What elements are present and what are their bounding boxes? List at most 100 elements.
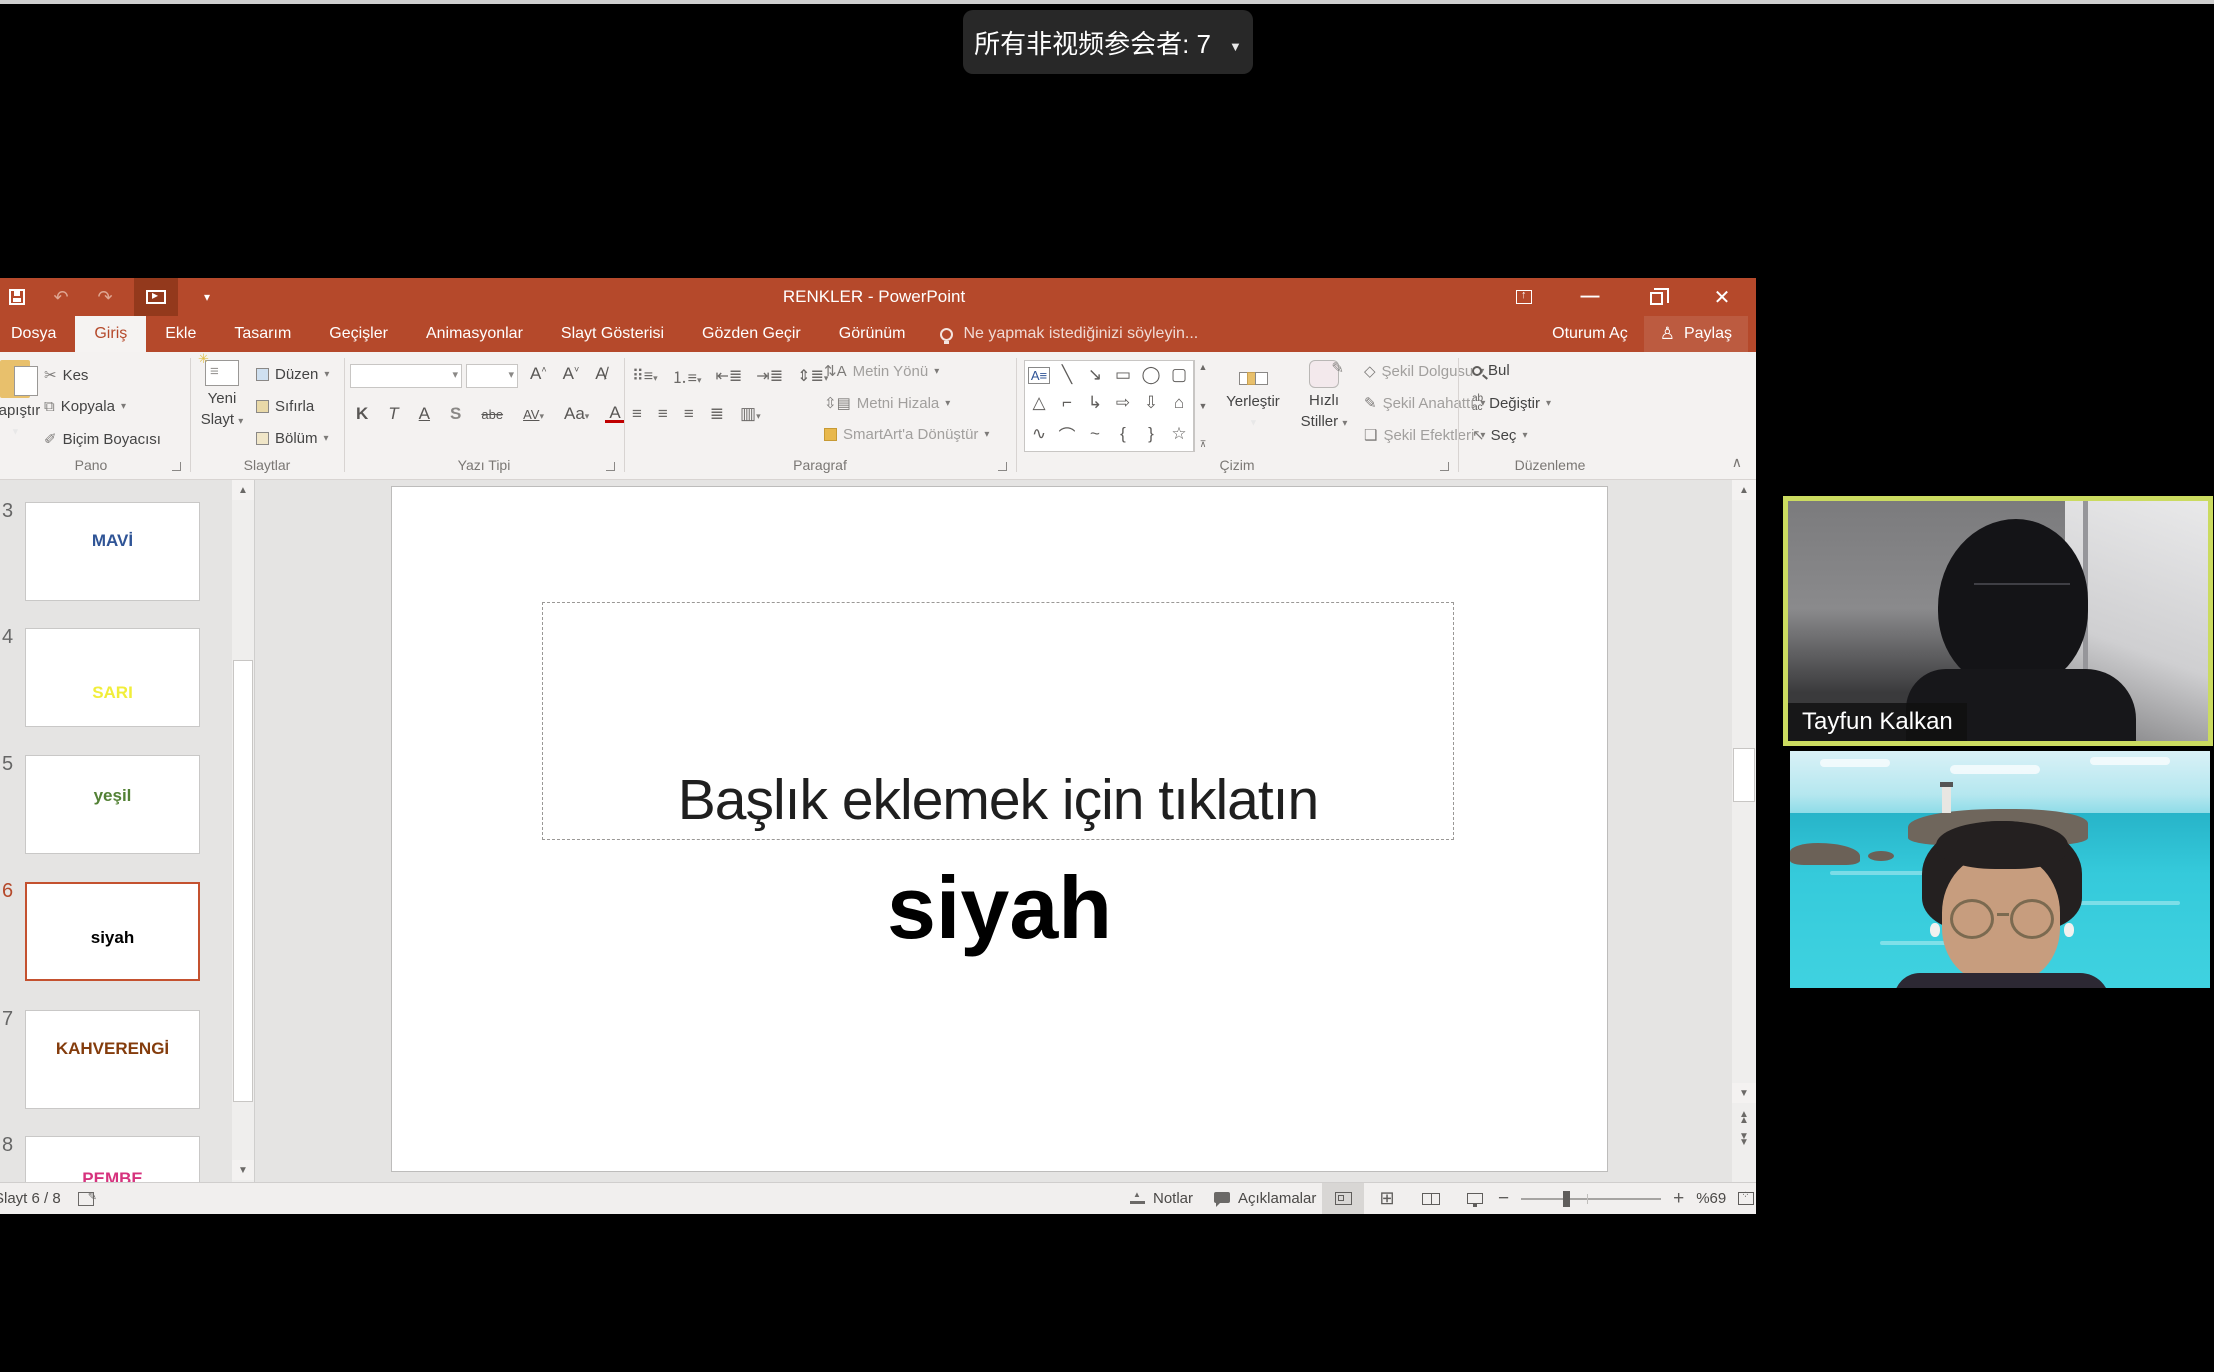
font-color-button[interactable]: A bbox=[605, 405, 624, 423]
section-button[interactable]: Bölüm ▾ bbox=[256, 430, 329, 447]
scribble-shape-icon[interactable]: ∿ bbox=[1032, 424, 1046, 444]
curve-shape-icon[interactable]: ~ bbox=[1090, 424, 1100, 444]
slideshow-view-button[interactable] bbox=[1454, 1183, 1496, 1214]
tab-dosya[interactable]: Dosya bbox=[0, 316, 75, 352]
align-center-button[interactable]: ≡ bbox=[658, 404, 668, 424]
strikethrough-button[interactable]: abe bbox=[477, 407, 507, 422]
decrease-indent-button[interactable]: ⇤≣ bbox=[715, 366, 742, 386]
columns-button[interactable]: ▥▾ bbox=[740, 404, 761, 424]
font-name-combo[interactable] bbox=[350, 364, 462, 388]
scroll-up-button[interactable]: ▲ bbox=[232, 480, 254, 500]
layout-button[interactable]: Düzen ▾ bbox=[256, 366, 329, 383]
gallery-more-icon[interactable]: ⊼ bbox=[1200, 439, 1207, 450]
text-shadow-button[interactable]: S bbox=[446, 404, 465, 424]
paste-button[interactable]: Yapıştır bbox=[0, 360, 38, 440]
smartart-button[interactable]: SmartArt'a Dönüştür ▾ bbox=[824, 426, 989, 443]
new-slide-button[interactable]: Yeni Slayt ▾ bbox=[196, 360, 248, 428]
zoom-slider[interactable] bbox=[1521, 1198, 1661, 1200]
format-painter-button[interactable]: ✐ Biçim Boyacısı bbox=[44, 430, 161, 448]
comments-toggle-button[interactable]: Açıklamalar bbox=[1214, 1183, 1316, 1214]
fit-to-window-button[interactable] bbox=[1738, 1192, 1754, 1205]
right-arrow-shape-icon[interactable]: ⇨ bbox=[1116, 393, 1130, 413]
thumbnail-panel-scrollbar[interactable]: ▲ ▼ bbox=[232, 480, 254, 1182]
tab-gecisler[interactable]: Geçişler bbox=[310, 316, 407, 352]
arrow-shape-icon[interactable]: ↘ bbox=[1088, 365, 1102, 385]
rounded-rect-shape-icon[interactable]: ▢ bbox=[1171, 365, 1187, 385]
italic-button[interactable]: T bbox=[384, 404, 402, 424]
tab-animasyonlar[interactable]: Animasyonlar bbox=[407, 316, 542, 352]
zoom-slider-thumb[interactable] bbox=[1563, 1191, 1570, 1207]
normal-view-button[interactable] bbox=[1322, 1183, 1364, 1214]
zoom-level-text[interactable]: %69 bbox=[1696, 1190, 1726, 1207]
clipboard-dialog-launcher[interactable] bbox=[172, 462, 181, 471]
underline-button[interactable]: A bbox=[415, 404, 434, 424]
oval-shape-icon[interactable]: ◯ bbox=[1141, 365, 1160, 385]
minimize-button[interactable] bbox=[1570, 278, 1610, 316]
undo-button[interactable] bbox=[46, 282, 76, 312]
drawing-dialog-launcher[interactable] bbox=[1440, 462, 1449, 471]
textbox-shape-icon[interactable]: A≡ bbox=[1028, 367, 1050, 384]
paragraph-dialog-launcher[interactable] bbox=[998, 462, 1007, 471]
video-tile-active-speaker[interactable]: Tayfun Kalkan bbox=[1783, 496, 2213, 746]
align-text-button[interactable]: ⇳▤ Metni Hizala ▾ bbox=[824, 394, 950, 412]
align-right-button[interactable]: ≡ bbox=[684, 404, 694, 424]
sign-in-button[interactable]: Oturum Aç bbox=[1536, 316, 1644, 352]
tell-me-search[interactable]: Ne yapmak istediğinizi söyleyin... bbox=[924, 316, 1214, 352]
start-slideshow-button[interactable] bbox=[134, 278, 178, 316]
tab-slayt-gosterisi[interactable]: Slayt Gösterisi bbox=[542, 316, 683, 352]
collapse-ribbon-button[interactable]: ∧ bbox=[1732, 454, 1742, 471]
copy-button[interactable]: ⧉ Kopyala ▾ bbox=[44, 398, 126, 415]
tab-tasarim[interactable]: Tasarım bbox=[215, 316, 310, 352]
scroll-down-button[interactable]: ▼ bbox=[1732, 1083, 1756, 1103]
slide-thumbnail-4[interactable]: SARI bbox=[25, 628, 200, 727]
next-slide-button[interactable]: ▼▼ bbox=[1732, 1130, 1756, 1150]
select-button[interactable]: ↖ Seç ▾ bbox=[1472, 426, 1527, 444]
font-size-combo[interactable] bbox=[466, 364, 518, 388]
slide-thumbnail-6-selected[interactable]: siyah bbox=[25, 882, 200, 981]
reset-button[interactable]: Sıfırla bbox=[256, 398, 314, 415]
line-shape-icon[interactable]: ╲ bbox=[1062, 365, 1072, 385]
gallery-up-icon[interactable]: ▲ bbox=[1199, 362, 1208, 372]
tab-ekle[interactable]: Ekle bbox=[146, 316, 215, 352]
redo-button[interactable] bbox=[90, 282, 120, 312]
bold-button[interactable]: K bbox=[352, 404, 372, 424]
arc-shape-icon[interactable]: ⌒ bbox=[1059, 422, 1076, 447]
character-spacing-button[interactable]: AV▾ bbox=[519, 407, 548, 422]
share-button[interactable]: Paylaş bbox=[1644, 316, 1748, 352]
find-button[interactable]: Bul bbox=[1472, 362, 1510, 379]
slide-thumbnail-3[interactable]: MAVİ bbox=[25, 502, 200, 601]
close-button[interactable] bbox=[1702, 278, 1742, 316]
elbow-arrow-icon[interactable]: ↳ bbox=[1088, 393, 1102, 413]
zoom-in-button[interactable]: + bbox=[1673, 1188, 1684, 1210]
scroll-up-button[interactable]: ▲ bbox=[1732, 480, 1756, 500]
font-dialog-launcher[interactable] bbox=[606, 462, 615, 471]
cut-button[interactable]: ✂ Kes bbox=[44, 366, 88, 384]
shapes-gallery-scrollbar[interactable]: ▲ ▼ ⊼ bbox=[1194, 360, 1211, 452]
restore-button[interactable] bbox=[1636, 278, 1676, 316]
numbering-button[interactable]: ⒈≡▾ bbox=[672, 364, 702, 388]
change-case-button[interactable]: Aa▾ bbox=[560, 404, 593, 424]
customize-qat-button[interactable] bbox=[192, 282, 222, 312]
right-brace-shape-icon[interactable]: } bbox=[1148, 424, 1154, 444]
previous-slide-button[interactable]: ▲▲ bbox=[1732, 1108, 1756, 1128]
down-arrow-shape-icon[interactable]: ⇩ bbox=[1144, 393, 1158, 413]
text-direction-button[interactable]: ⇅A Metin Yönü ▾ bbox=[824, 362, 939, 380]
tab-gozden-gecir[interactable]: Gözden Geçir bbox=[683, 316, 820, 352]
slide-body-text[interactable]: siyah bbox=[392, 857, 1607, 959]
save-button[interactable] bbox=[2, 282, 32, 312]
clear-formatting-button[interactable]: A̸ bbox=[591, 364, 610, 384]
justify-button[interactable]: ≣ bbox=[710, 404, 724, 424]
main-vertical-scrollbar[interactable]: ▲ ▼ ▲▲ ▼▼ bbox=[1732, 480, 1756, 1182]
participants-dropdown-button[interactable]: 所有非视频参会者: 7 bbox=[963, 10, 1253, 74]
scrollbar-thumb[interactable] bbox=[1733, 748, 1755, 802]
quick-styles-button[interactable]: Hızlı Stiller ▾ bbox=[1292, 360, 1356, 430]
gallery-down-icon[interactable]: ▼ bbox=[1199, 401, 1208, 411]
shrink-font-button[interactable]: A˅ bbox=[559, 364, 584, 384]
notes-toggle-button[interactable]: Notlar bbox=[1130, 1183, 1193, 1214]
triangle-shape-icon[interactable]: △ bbox=[1032, 393, 1045, 413]
slide-thumbnail-8[interactable]: PEMBE bbox=[25, 1136, 200, 1182]
replace-button[interactable]: abac Değiştir ▾ bbox=[1472, 394, 1551, 412]
title-placeholder-box[interactable]: Başlık eklemek için tıklatın bbox=[542, 602, 1454, 840]
bullets-button[interactable]: ⠿≡▾ bbox=[632, 366, 658, 386]
ribbon-display-options-button[interactable] bbox=[1504, 278, 1544, 316]
